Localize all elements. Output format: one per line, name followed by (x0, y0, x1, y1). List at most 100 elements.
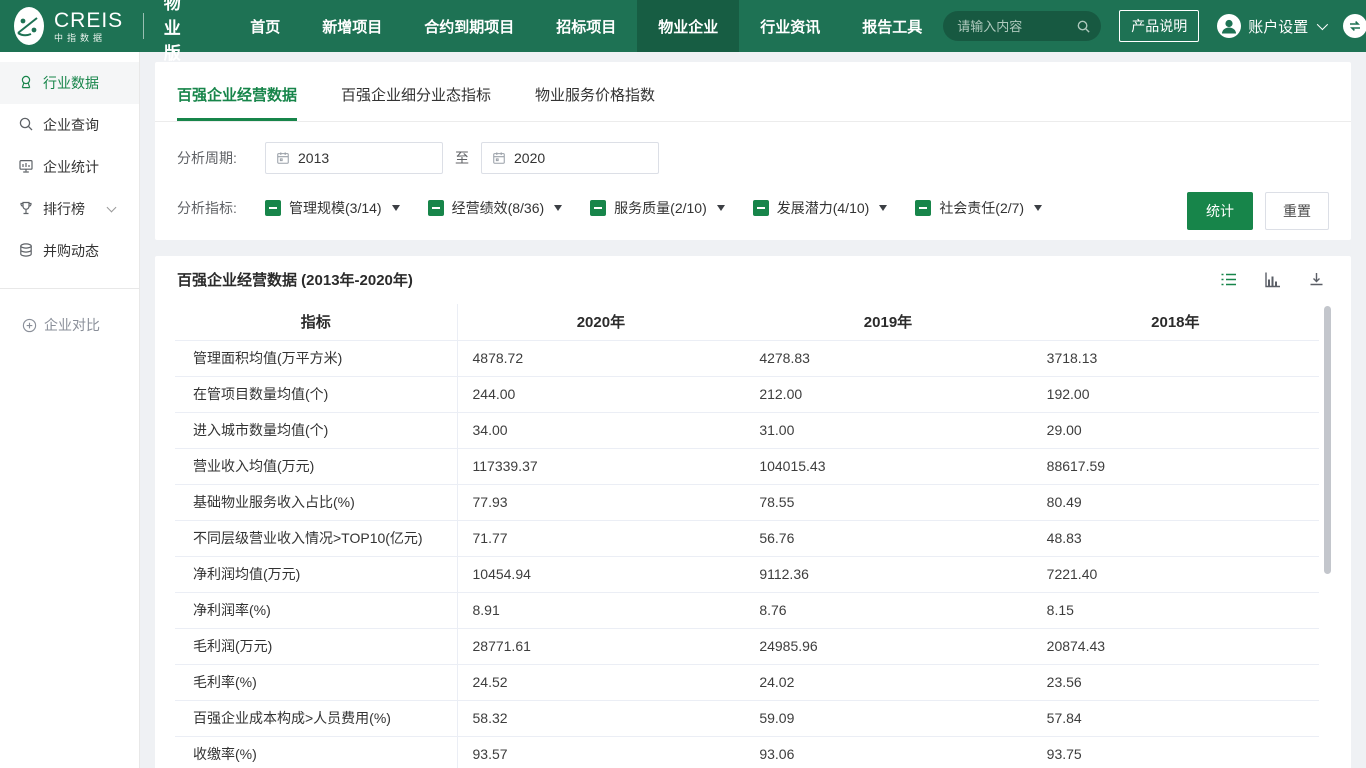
avatar-icon (1217, 14, 1241, 38)
nav-item-物业企业[interactable]: 物业企业 (637, 0, 739, 52)
metric-name-cell: 净利润均值(万元) (175, 556, 457, 592)
list-view-icon[interactable] (1220, 271, 1237, 288)
period-label: 分析周期: (177, 148, 265, 168)
nav-item-首页[interactable]: 首页 (229, 0, 301, 52)
metric-value-cell: 10454.94 (457, 556, 744, 592)
circle-plus-icon (22, 318, 37, 333)
tab-物业服务价格指数[interactable]: 物业服务价格指数 (535, 62, 655, 121)
indicator-filter-发展潜力(4/10)[interactable]: 发展潜力(4/10) (753, 198, 888, 218)
ranking-trophy-icon (18, 200, 34, 219)
indicator-label: 社会责任(2/7) (939, 198, 1024, 218)
sidebar-item-企业统计[interactable]: 企业统计 (0, 146, 139, 188)
download-icon[interactable] (1308, 271, 1325, 288)
company-stats-icon (18, 158, 34, 177)
metric-value-cell: 28771.61 (457, 628, 744, 664)
checkbox-indeterminate-icon[interactable] (590, 200, 606, 216)
table-header-bar: 百强企业经营数据 (2013年-2020年) (155, 256, 1351, 302)
indicator-filter-经营绩效(8/36)[interactable]: 经营绩效(8/36) (428, 198, 563, 218)
top-navbar: CREIS 中指数据 物业版 首页新增项目合约到期项目招标项目物业企业行业资讯报… (0, 0, 1366, 52)
indicators-label: 分析指标: (177, 198, 265, 218)
metric-value-cell: 23.56 (1032, 664, 1319, 700)
metric-value-cell: 212.00 (744, 376, 1031, 412)
tab-百强企业经营数据[interactable]: 百强企业经营数据 (177, 62, 297, 121)
metric-value-cell: 4878.72 (457, 340, 744, 376)
brand-subtitle: 中指数据 (54, 34, 123, 43)
metric-value-cell: 104015.43 (744, 448, 1031, 484)
nav-item-新增项目[interactable]: 新增项目 (301, 0, 403, 52)
nav-item-报告工具[interactable]: 报告工具 (841, 0, 943, 52)
version-menu[interactable]: 版本 (1343, 14, 1366, 38)
analysis-indicators-row: 分析指标: 管理规模(3/14) 经营绩效(8/36) 服务质量(2/10) 发展潜力… (155, 198, 1351, 240)
table-row: 基础物业服务收入占比(%)77.9378.5580.49 (175, 484, 1319, 520)
column-header: 指标 (175, 304, 457, 340)
metric-name-cell: 百强企业成本构成>人员费用(%) (175, 700, 457, 736)
table-row: 进入城市数量均值(个)34.0031.0029.00 (175, 412, 1319, 448)
product-info-button[interactable]: 产品说明 (1119, 10, 1199, 42)
metric-value-cell: 93.75 (1032, 736, 1319, 768)
indicator-list: 管理规模(3/14) 经营绩效(8/36) 服务质量(2/10) 发展潜力(4/10)… (265, 198, 1042, 218)
caret-down-icon (1034, 205, 1042, 211)
table-row: 毛利润(万元)28771.6124985.9620874.43 (175, 628, 1319, 664)
metric-value-cell: 80.49 (1032, 484, 1319, 520)
sidebar-item-并购动态[interactable]: 并购动态 (0, 230, 139, 272)
metric-value-cell: 24.02 (744, 664, 1031, 700)
metric-value-cell: 48.83 (1032, 520, 1319, 556)
sidebar-item-label: 企业统计 (43, 157, 99, 177)
period-from-input[interactable]: 2013 (265, 142, 443, 174)
metric-value-cell: 31.00 (744, 412, 1031, 448)
metric-value-cell: 29.00 (1032, 412, 1319, 448)
nav-item-行业资讯[interactable]: 行业资讯 (739, 0, 841, 52)
chart-view-icon[interactable] (1264, 271, 1281, 288)
sidebar-item-label: 并购动态 (43, 241, 99, 261)
column-header: 2019年 (744, 304, 1031, 340)
filter-actions: 统计 重置 (1187, 192, 1329, 230)
table-row: 在管项目数量均值(个)244.00212.00192.00 (175, 376, 1319, 412)
view-toolbar (1220, 271, 1325, 288)
table-row: 百强企业成本构成>人员费用(%)58.3259.0957.84 (175, 700, 1319, 736)
sidebar-item-label: 行业数据 (43, 73, 99, 93)
sidebar-item-label: 企业对比 (44, 315, 100, 335)
indicator-filter-社会责任(2/7)[interactable]: 社会责任(2/7) (915, 198, 1042, 218)
metric-value-cell: 192.00 (1032, 376, 1319, 412)
metric-value-cell: 117339.37 (457, 448, 744, 484)
column-header: 2020年 (457, 304, 744, 340)
sidebar-item-企业查询[interactable]: 企业查询 (0, 104, 139, 146)
creis-logo-icon (14, 7, 44, 45)
search-input[interactable] (957, 19, 1076, 34)
metric-value-cell: 59.09 (744, 700, 1031, 736)
nav-item-招标项目[interactable]: 招标项目 (535, 0, 637, 52)
reset-button[interactable]: 重置 (1265, 192, 1329, 230)
indicator-label: 管理规模(3/14) (289, 198, 382, 218)
metric-value-cell: 8.76 (744, 592, 1031, 628)
checkbox-indeterminate-icon[interactable] (753, 200, 769, 216)
company-search-icon (18, 116, 34, 135)
global-search[interactable] (943, 11, 1101, 41)
metric-name-cell: 收缴率(%) (175, 736, 457, 768)
period-from-value: 2013 (298, 150, 329, 166)
indicator-filter-管理规模(3/14)[interactable]: 管理规模(3/14) (265, 198, 400, 218)
nav-item-合约到期项目[interactable]: 合约到期项目 (403, 0, 535, 52)
version-switch-icon (1343, 14, 1366, 38)
checkbox-indeterminate-icon[interactable] (915, 200, 931, 216)
sidebar-item-排行榜[interactable]: 排行榜 (0, 188, 139, 230)
table-scrollbar[interactable] (1324, 306, 1331, 574)
metric-value-cell: 8.15 (1032, 592, 1319, 628)
tab-百强企业细分业态指标[interactable]: 百强企业细分业态指标 (341, 62, 491, 121)
logo-divider (143, 13, 144, 39)
search-icon[interactable] (1076, 19, 1091, 34)
indicator-filter-服务质量(2/10)[interactable]: 服务质量(2/10) (590, 198, 725, 218)
calendar-icon (276, 151, 290, 165)
metric-value-cell: 71.77 (457, 520, 744, 556)
sidebar-item-company-compare[interactable]: 企业对比 (0, 305, 139, 345)
account-settings-menu[interactable]: 账户设置 (1217, 14, 1325, 38)
sidebar-item-行业数据[interactable]: 行业数据 (0, 62, 139, 104)
checkbox-indeterminate-icon[interactable] (428, 200, 444, 216)
table-title: 百强企业经营数据 (2013年-2020年) (177, 269, 413, 290)
table-row: 净利润率(%)8.918.768.15 (175, 592, 1319, 628)
metric-value-cell: 58.32 (457, 700, 744, 736)
statistics-button[interactable]: 统计 (1187, 192, 1253, 230)
metric-name-cell: 在管项目数量均值(个) (175, 376, 457, 412)
checkbox-indeterminate-icon[interactable] (265, 200, 281, 216)
tab-bar: 百强企业经营数据百强企业细分业态指标物业服务价格指数 (155, 62, 1351, 122)
period-to-input[interactable]: 2020 (481, 142, 659, 174)
